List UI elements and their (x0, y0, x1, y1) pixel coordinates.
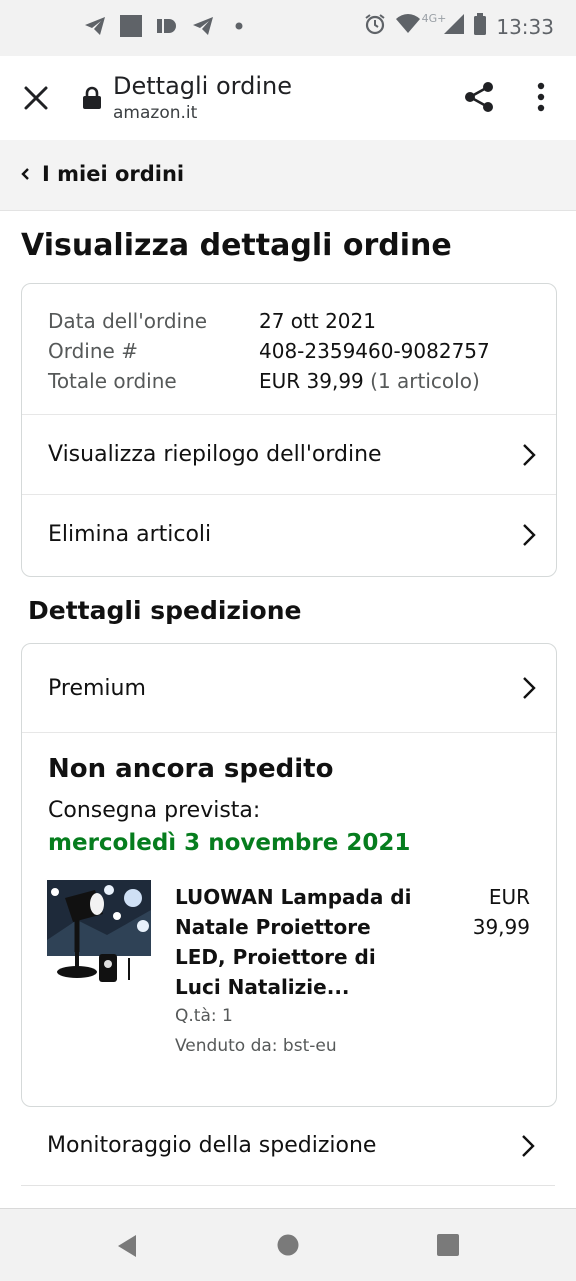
order-number-row: Ordine # 408-2359460-9082757 (48, 336, 490, 366)
order-total-value: EUR 39,99 (259, 369, 364, 393)
order-total-value-wrap: EUR 39,99 (1 articolo) (259, 366, 480, 396)
system-icons: 4G+ 13:33 (364, 12, 554, 40)
order-date-row: Data dell'ordine 27 ott 2021 (48, 306, 490, 336)
status-bar: 4G+ 13:33 (0, 0, 576, 56)
order-item-count: (1 articolo) (370, 369, 480, 393)
remove-items-link[interactable]: Elimina articoli (22, 494, 556, 574)
nav-back-icon[interactable] (114, 1233, 140, 1259)
product-title-line: LUOWAN Lampada di (175, 885, 412, 909)
order-info: Data dell'ordine 27 ott 2021 Ordine # 40… (48, 306, 490, 396)
browser-page-title: Dettagli ordine (113, 72, 292, 100)
product-price-value: 39,99 (472, 915, 530, 939)
network-type-label: 4G+ (421, 12, 447, 25)
breadcrumb-bar: I miei ordini (0, 140, 576, 211)
product-price: EUR 39,99 (473, 882, 530, 942)
media-icon (156, 15, 178, 37)
view-order-summary-label: Visualizza riepilogo dell'ordine (48, 442, 382, 467)
lock-icon (82, 86, 102, 110)
breadcrumb-label: I miei ordini (42, 162, 185, 186)
product-title-link[interactable]: LUOWAN Lampada di Natale Proiettore LED,… (175, 882, 425, 1002)
order-total-label: Totale ordine (48, 369, 177, 393)
alarm-icon (364, 13, 386, 40)
battery-icon (474, 13, 487, 40)
wifi-icon (395, 14, 420, 39)
track-shipment-label: Monitoraggio della spedizione (47, 1133, 377, 1158)
product-image[interactable] (47, 880, 151, 984)
shipping-method-link[interactable]: Premium (22, 644, 556, 732)
telegram-icon (192, 15, 214, 37)
app-square-icon (120, 15, 142, 37)
chevron-right-icon (523, 523, 536, 546)
delivery-label: Consegna prevista: (48, 798, 261, 823)
share-icon[interactable] (462, 80, 496, 114)
browser-toolbar: Dettagli ordine amazon.it (0, 56, 576, 141)
system-navigation-bar (0, 1208, 576, 1281)
shipment-status: Non ancora spedito (48, 754, 334, 784)
order-total-row: Totale ordine EUR 39,99 (1 articolo) (48, 366, 490, 396)
chevron-left-icon (20, 162, 30, 186)
product-title-line: Natale Proiettore (175, 915, 371, 939)
remove-items-label: Elimina articoli (48, 522, 212, 547)
view-order-summary-link[interactable]: Visualizza riepilogo dell'ordine (22, 414, 556, 494)
divider (22, 732, 556, 733)
chevron-right-icon (523, 443, 536, 466)
shipping-method-label: Premium (48, 675, 146, 701)
notification-icons (84, 15, 250, 37)
product-price-currency: EUR (488, 885, 530, 909)
nav-home-icon[interactable] (277, 1234, 299, 1256)
browser-domain: amazon.it (113, 103, 198, 123)
nav-recents-icon[interactable] (437, 1234, 459, 1256)
product-quantity: Q.tà: 1 (175, 1006, 233, 1026)
signal-icon (444, 14, 465, 39)
order-number-value: 408-2359460-9082757 (259, 339, 490, 363)
shipping-details-heading: Dettagli spedizione (28, 596, 302, 625)
telegram-icon (84, 15, 106, 37)
order-date-value: 27 ott 2021 (259, 309, 376, 333)
product-title-line: Luci Natalizie... (175, 975, 350, 999)
more-vert-icon[interactable] (526, 80, 556, 114)
track-shipment-link[interactable]: Monitoraggio della spedizione (21, 1106, 555, 1186)
product-title-line: LED, Proiettore di (175, 945, 376, 969)
shipping-card: Premium Non ancora spedito Consegna prev… (21, 643, 557, 1107)
order-number-label: Ordine # (48, 339, 138, 363)
order-date-label: Data dell'ordine (48, 309, 208, 333)
chevron-right-icon (523, 677, 536, 699)
clock: 13:33 (496, 14, 554, 39)
page-title: Visualizza dettagli ordine (21, 228, 452, 263)
breadcrumb-my-orders-link[interactable]: I miei ordini (20, 162, 184, 186)
dot-icon (228, 15, 250, 37)
close-icon[interactable] (20, 82, 52, 114)
browser-title-block: Dettagli ordine amazon.it (113, 70, 292, 124)
order-summary-card: Data dell'ordine 27 ott 2021 Ordine # 40… (21, 283, 557, 577)
delivery-date: mercoledì 3 novembre 2021 (48, 830, 411, 856)
chevron-right-icon (522, 1134, 535, 1157)
product-seller: Venduto da: bst-eu (175, 1036, 337, 1056)
